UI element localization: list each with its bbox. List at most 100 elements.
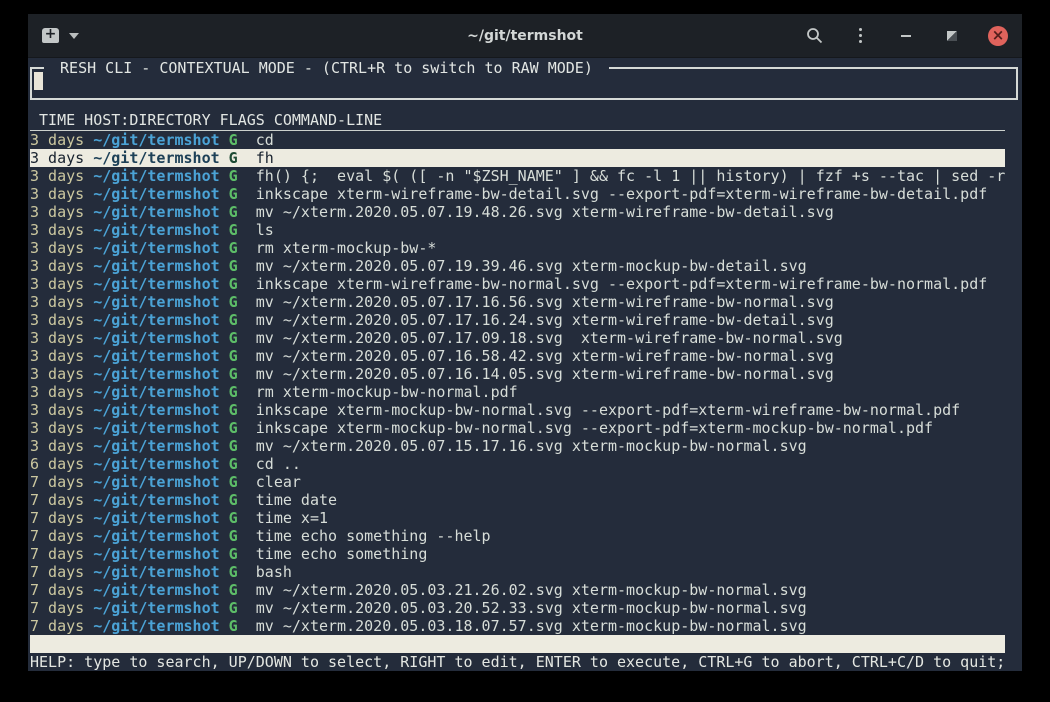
row-directory: ~/git/termshot: [93, 491, 219, 509]
history-row[interactable]: 3 days ~/git/termshot G mv ~/xterm.2020.…: [30, 347, 1005, 365]
titlebar[interactable]: ~/git/termshot ×: [28, 14, 1022, 58]
history-row[interactable]: 3 days ~/git/termshot G rm xterm-mockup-…: [30, 383, 1005, 401]
history-row[interactable]: 3 days ~/git/termshot G cd: [30, 131, 1005, 149]
row-flags: G: [220, 221, 256, 239]
row-flags: G: [220, 545, 256, 563]
terminal-content[interactable]: RESH CLI - CONTEXTUAL MODE - (CTRL+R to …: [28, 58, 1022, 671]
history-row[interactable]: 7 days ~/git/termshot G time echo someth…: [30, 545, 1005, 563]
row-directory: ~/git/termshot: [93, 257, 219, 275]
row-command: rm xterm-mockup-bw-*: [256, 239, 437, 257]
row-flags: G: [220, 257, 256, 275]
search-button[interactable]: [804, 26, 824, 46]
history-row[interactable]: 3 days ~/git/termshot G mv ~/xterm.2020.…: [30, 365, 1005, 383]
new-tab-button[interactable]: [42, 28, 59, 43]
row-flags: G: [220, 509, 256, 527]
restore-icon: [947, 31, 957, 41]
history-row[interactable]: 3 days ~/git/termshot G fh: [30, 149, 1005, 167]
row-flags: G: [220, 239, 256, 257]
history-row[interactable]: 7 days ~/git/termshot G time date: [30, 491, 1005, 509]
row-directory: ~/git/termshot: [93, 419, 219, 437]
row-flags: G: [220, 437, 256, 455]
row-time: 7 days: [30, 473, 93, 491]
history-row[interactable]: 3 days ~/git/termshot G rm xterm-mockup-…: [30, 239, 1005, 257]
row-time: 3 days: [30, 257, 93, 275]
row-flags: G: [220, 185, 256, 203]
history-row[interactable]: 3 days ~/git/termshot G mv ~/xterm.2020.…: [30, 437, 1005, 455]
row-directory: ~/git/termshot: [93, 203, 219, 221]
row-directory: ~/git/termshot: [93, 311, 219, 329]
history-row[interactable]: 7 days ~/git/termshot G clear: [30, 473, 1005, 491]
row-directory: ~/git/termshot: [93, 473, 219, 491]
history-row[interactable]: 7 days ~/git/termshot G mv ~/xterm.2020.…: [30, 581, 1005, 599]
row-time: 3 days: [30, 221, 93, 239]
row-time: 3 days: [30, 437, 93, 455]
row-directory: ~/git/termshot: [93, 599, 219, 617]
restore-button[interactable]: [942, 26, 962, 46]
minimize-button[interactable]: [896, 26, 916, 46]
text-cursor: [34, 72, 43, 90]
row-time: 3 days: [30, 401, 93, 419]
row-time: 7 days: [30, 581, 93, 599]
row-time: 3 days: [30, 185, 93, 203]
row-directory: ~/git/termshot: [93, 329, 219, 347]
row-flags: G: [220, 293, 256, 311]
row-directory: ~/git/termshot: [93, 617, 219, 635]
row-command: mv ~/xterm.2020.05.03.21.26.02.svg xterm…: [256, 581, 807, 599]
history-row[interactable]: 3 days ~/git/termshot G inkscape xterm-m…: [30, 401, 1005, 419]
row-flags: G: [220, 131, 256, 149]
history-row[interactable]: 3 days ~/git/termshot G mv ~/xterm.2020.…: [30, 329, 1005, 347]
row-directory: ~/git/termshot: [93, 455, 219, 473]
row-directory: ~/git/termshot: [93, 221, 219, 239]
row-flags: G: [220, 167, 256, 185]
row-time: 7 days: [30, 509, 93, 527]
chevron-down-icon[interactable]: [69, 33, 79, 39]
history-row[interactable]: 7 days ~/git/termshot G mv ~/xterm.2020.…: [30, 599, 1005, 617]
history-row[interactable]: 3 days ~/git/termshot G inkscape xterm-w…: [30, 185, 1005, 203]
row-time: 3 days: [30, 131, 93, 149]
history-row[interactable]: 3 days ~/git/termshot G inkscape xterm-m…: [30, 419, 1005, 437]
history-row[interactable]: 3 days ~/git/termshot G inkscape xterm-w…: [30, 275, 1005, 293]
history-row[interactable]: 3 days ~/git/termshot G mv ~/xterm.2020.…: [30, 257, 1005, 275]
terminal-window: ~/git/termshot × RESH CLI: [28, 14, 1022, 672]
history-row[interactable]: 7 days ~/git/termshot G mv ~/xterm.2020.…: [30, 617, 1005, 635]
row-time: 3 days: [30, 347, 93, 365]
help-line: HELP: type to search, UP/DOWN to select,…: [30, 653, 1018, 671]
row-command: mv ~/xterm.2020.05.07.16.58.42.svg xterm…: [256, 347, 834, 365]
history-row[interactable]: 3 days ~/git/termshot G ls: [30, 221, 1005, 239]
row-time: 7 days: [30, 527, 93, 545]
row-time: 7 days: [30, 491, 93, 509]
row-directory: ~/git/termshot: [93, 131, 219, 149]
kebab-menu-icon: [859, 28, 862, 43]
history-row[interactable]: 3 days ~/git/termshot G fh() {; eval $( …: [30, 167, 1005, 185]
row-command: mv ~/xterm.2020.05.07.19.48.26.svg xterm…: [256, 203, 834, 221]
row-command: time date: [256, 491, 337, 509]
row-flags: G: [220, 527, 256, 545]
row-directory: ~/git/termshot: [93, 563, 219, 581]
history-row[interactable]: 3 days ~/git/termshot G mv ~/xterm.2020.…: [30, 311, 1005, 329]
history-row[interactable]: 7 days ~/git/termshot G time x=1: [30, 509, 1005, 527]
row-directory: ~/git/termshot: [93, 527, 219, 545]
row-command: mv ~/xterm.2020.05.07.17.16.56.svg xterm…: [256, 293, 834, 311]
search-box-title: RESH CLI - CONTEXTUAL MODE - (CTRL+R to …: [44, 59, 609, 77]
row-directory: ~/git/termshot: [93, 383, 219, 401]
history-row[interactable]: 7 days ~/git/termshot G bash: [30, 563, 1005, 581]
row-directory: ~/git/termshot: [93, 275, 219, 293]
row-directory: ~/git/termshot: [93, 365, 219, 383]
row-flags: G: [220, 365, 256, 383]
history-row[interactable]: 3 days ~/git/termshot G mv ~/xterm.2020.…: [30, 203, 1005, 221]
menu-button[interactable]: [850, 26, 870, 46]
row-time: 3 days: [30, 293, 93, 311]
search-icon: [806, 27, 823, 44]
history-row[interactable]: 3 days ~/git/termshot G mv ~/xterm.2020.…: [30, 293, 1005, 311]
row-directory: ~/git/termshot: [93, 293, 219, 311]
history-row[interactable]: 6 days ~/git/termshot G cd ..: [30, 455, 1005, 473]
resh-search-box[interactable]: RESH CLI - CONTEXTUAL MODE - (CTRL+R to …: [30, 67, 1018, 100]
new-tab-icon: [42, 28, 59, 43]
row-time: 3 days: [30, 203, 93, 221]
row-flags: G: [220, 491, 256, 509]
history-row[interactable]: 7 days ~/git/termshot G time echo someth…: [30, 527, 1005, 545]
row-time: 3 days: [30, 329, 93, 347]
close-button[interactable]: ×: [988, 26, 1008, 46]
row-command: mv ~/xterm.2020.05.03.18.07.57.svg xterm…: [256, 617, 807, 635]
row-command: mv ~/xterm.2020.05.07.17.09.18.svg xterm…: [256, 329, 843, 347]
